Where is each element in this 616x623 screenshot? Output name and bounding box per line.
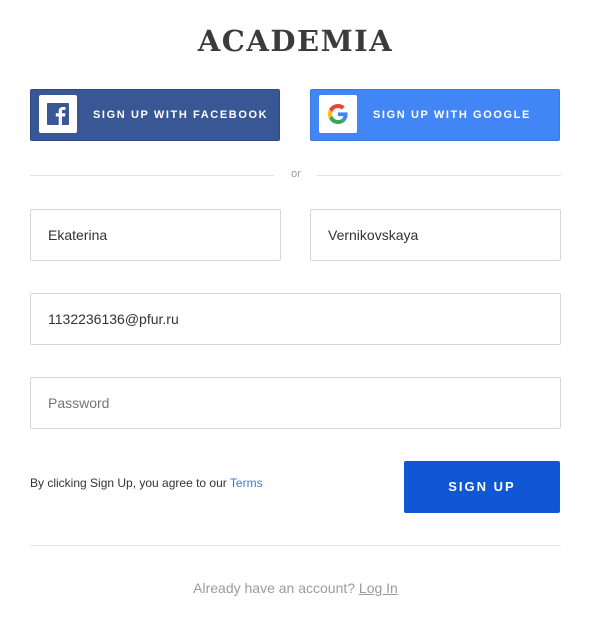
- terms-notice: By clicking Sign Up, you agree to our Te…: [30, 476, 263, 490]
- facebook-signup-button[interactable]: SIGN UP WITH FACEBOOK: [30, 89, 280, 141]
- divider-line-right: [317, 175, 561, 176]
- academia-logo: ACADEMIA: [197, 24, 394, 58]
- footer-divider: [30, 545, 561, 546]
- password-field[interactable]: Password: [30, 377, 561, 429]
- login-prompt-text: Already have an account?: [193, 580, 356, 596]
- login-link[interactable]: Log In: [359, 580, 398, 596]
- sign-up-button[interactable]: SIGN UP: [404, 461, 560, 513]
- first-name-field[interactable]: Ekaterina: [30, 209, 281, 261]
- email-field[interactable]: 1132236136@pfur.ru: [30, 293, 561, 345]
- google-icon: [319, 95, 357, 133]
- facebook-button-label: SIGN UP WITH FACEBOOK: [93, 109, 269, 121]
- last-name-field[interactable]: Vernikovskaya: [310, 209, 561, 261]
- or-separator: or: [291, 168, 301, 180]
- google-button-label: SIGN UP WITH GOOGLE: [373, 109, 531, 121]
- login-prompt-row: Already have an account? Log In: [0, 580, 591, 596]
- facebook-icon: [39, 95, 77, 133]
- divider-line-left: [30, 175, 274, 176]
- google-signup-button[interactable]: SIGN UP WITH GOOGLE: [310, 89, 560, 141]
- terms-link[interactable]: Terms: [230, 476, 263, 490]
- terms-text: By clicking Sign Up, you agree to our: [30, 476, 227, 490]
